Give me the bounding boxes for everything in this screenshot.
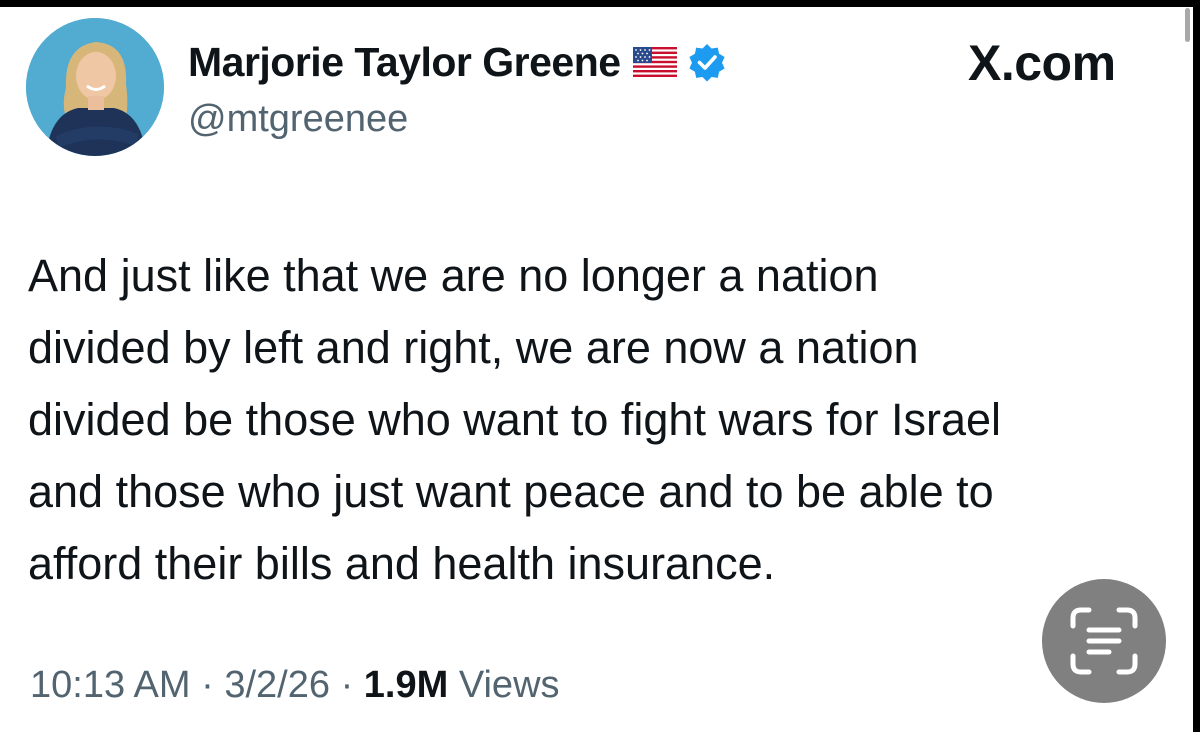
tweet-line: afford their bills and health insurance. <box>28 538 776 589</box>
tweet-line: divided be those who want to fight wars … <box>28 394 1002 445</box>
views-count: 1.9M <box>363 664 449 706</box>
meta-separator: · <box>201 664 214 706</box>
tweet-text: And just like that we are no longer a na… <box>28 240 1178 600</box>
tweet-date[interactable]: 3/2/26 <box>224 664 330 706</box>
tweet-line: and those who just want peace and to be … <box>28 466 994 517</box>
author-name-row: Marjorie Taylor Greene <box>188 36 727 88</box>
scan-text-button[interactable] <box>1042 579 1166 703</box>
verified-badge-icon[interactable] <box>687 42 727 82</box>
right-edge-bar <box>1193 0 1200 732</box>
views-label: Views <box>458 664 560 706</box>
meta-separator: · <box>340 664 354 706</box>
us-flag-icon <box>632 47 677 77</box>
scan-text-icon <box>1070 607 1138 675</box>
tweet-time[interactable]: 10:13 AM <box>30 664 191 706</box>
top-edge-bar <box>0 0 1200 7</box>
tweet-line: divided by left and right, we are now a … <box>28 322 919 373</box>
brand-label: X.com <box>968 35 1116 91</box>
avatar-photo-icon <box>26 18 164 156</box>
tweet-meta: 10:13 AM · 3/2/26 · 1.9M Views <box>30 664 560 707</box>
scroll-indicator[interactable] <box>1185 8 1190 42</box>
avatar[interactable] <box>26 18 164 156</box>
author-display-name[interactable]: Marjorie Taylor Greene <box>188 39 621 86</box>
tweet-line: And just like that we are no longer a na… <box>28 250 879 301</box>
author-handle[interactable]: @mtgreenee <box>188 98 408 141</box>
